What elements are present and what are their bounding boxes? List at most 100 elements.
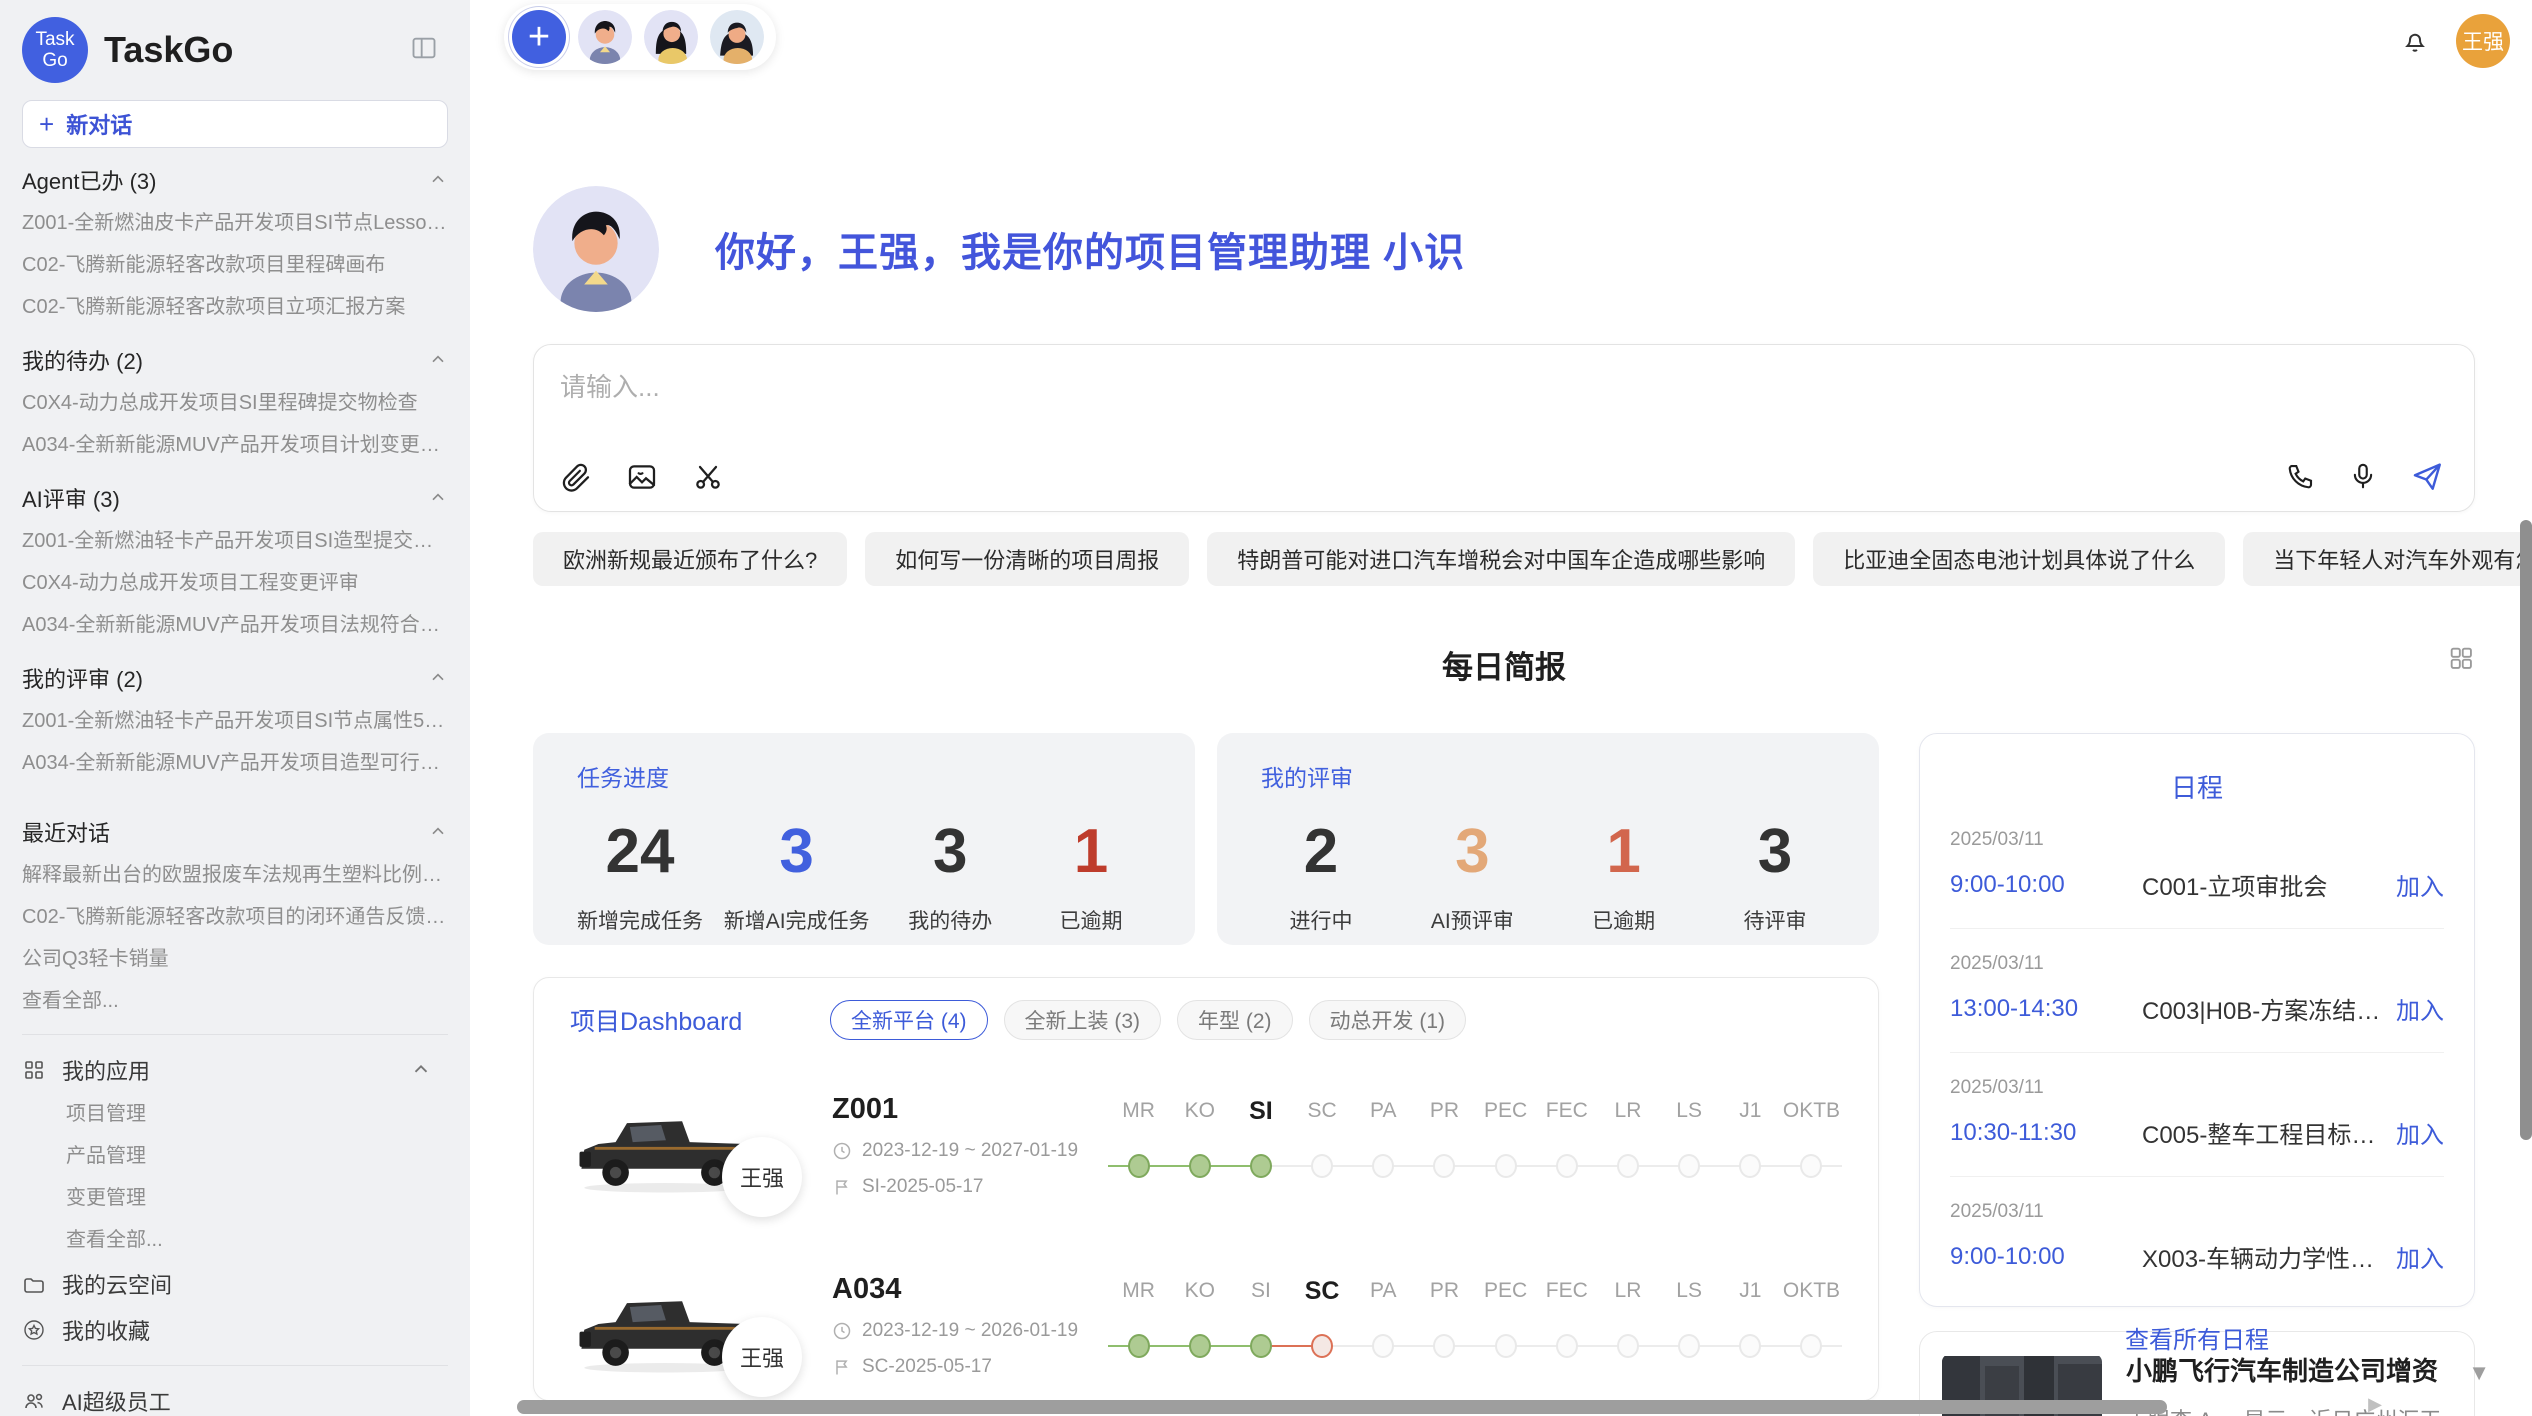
add-agent-button[interactable]: + bbox=[512, 10, 566, 64]
milestone-dot[interactable] bbox=[1128, 1154, 1150, 1178]
sidebar-conversation-item[interactable]: Z001-全新燃油轻卡产品开发项目SI节点属性5D文件评审 bbox=[22, 700, 448, 742]
join-meeting-link[interactable]: 加入 bbox=[2396, 991, 2444, 1026]
sidebar-conversation-item[interactable]: C02-飞腾新能源轻客改款项目里程碑画布 bbox=[22, 244, 448, 286]
sidebar-item-my-apps[interactable]: 我的应用 bbox=[22, 1047, 448, 1093]
milestone-dot[interactable] bbox=[1617, 1154, 1639, 1178]
sidebar-section-header[interactable]: 我的评审 (2) bbox=[22, 656, 448, 700]
suggestion-chip[interactable]: 欧洲新规最近颁布了什么? bbox=[533, 532, 847, 586]
sidebar-conversation-item[interactable]: A034-全新新能源MUV产品开发项目计划变更表编写 bbox=[22, 424, 448, 466]
milestone-dot[interactable] bbox=[1617, 1334, 1639, 1358]
dashboard-filter-chip[interactable]: 全新上装 (3) bbox=[1004, 1000, 1162, 1040]
suggestion-chip[interactable]: 特朗普可能对进口汽车增税会对中国车企造成哪些影响 bbox=[1207, 532, 1795, 586]
milestone-dot[interactable] bbox=[1250, 1334, 1272, 1358]
sidebar-conversation-item[interactable]: C0X4-动力总成开发项目工程变更评审 bbox=[22, 562, 448, 604]
send-icon[interactable] bbox=[2410, 459, 2444, 493]
schedule-event-title: C001-立项审批会 bbox=[2142, 867, 2382, 902]
sidebar-conversation-item[interactable]: C02-飞腾新能源轻客改款项目立项汇报方案 bbox=[22, 286, 448, 328]
sidebar-item-cloud-space[interactable]: 我的云空间 bbox=[22, 1261, 448, 1307]
milestone-dot[interactable] bbox=[1372, 1334, 1394, 1358]
sidebar-section-header[interactable]: 我的待办 (2) bbox=[22, 338, 448, 382]
milestone-dot[interactable] bbox=[1372, 1154, 1394, 1178]
milestone-dot[interactable] bbox=[1189, 1154, 1211, 1178]
milestone-label: SC bbox=[1292, 1093, 1353, 1129]
my-apps-subitem[interactable]: 项目管理 bbox=[22, 1093, 448, 1135]
horizontal-scrollbar-thumb[interactable] bbox=[517, 1400, 2167, 1414]
user-avatar[interactable]: 王强 bbox=[2456, 14, 2510, 68]
project-code: A034 bbox=[832, 1273, 1082, 1306]
milestone-dot[interactable] bbox=[1739, 1154, 1761, 1178]
suggestion-chip[interactable]: 比亚迪全固态电池计划具体说了什么 bbox=[1813, 532, 2225, 586]
vertical-scrollbar-thumb[interactable] bbox=[2520, 520, 2532, 1140]
sidebar-conversation-item[interactable]: Z001-全新燃油轻卡产品开发项目SI造型提交物评审 bbox=[22, 520, 448, 562]
join-meeting-link[interactable]: 加入 bbox=[2396, 1239, 2444, 1274]
sidebar-collapse-icon[interactable] bbox=[408, 34, 440, 67]
milestone-dot[interactable] bbox=[1556, 1334, 1578, 1358]
stat: 24 新增完成任务 bbox=[577, 819, 703, 935]
microphone-icon[interactable] bbox=[2348, 461, 2378, 491]
milestone-dot[interactable] bbox=[1311, 1334, 1333, 1358]
project-row[interactable]: 王强 A034 2023-12-19 ~ 2026-01-19 SC-2025-… bbox=[570, 1250, 1842, 1400]
milestone-dot[interactable] bbox=[1800, 1154, 1822, 1178]
clock-icon bbox=[832, 1141, 852, 1161]
recent-conversation-item[interactable]: C02-飞腾新能源轻客改款项目的闭环通告反馈情况 bbox=[22, 896, 448, 938]
sidebar-conversation-item[interactable]: C0X4-动力总成开发项目SI里程碑提交物检查 bbox=[22, 382, 448, 424]
milestone-dot[interactable] bbox=[1678, 1334, 1700, 1358]
milestone-dot[interactable] bbox=[1739, 1334, 1761, 1358]
milestone-dot[interactable] bbox=[1250, 1154, 1272, 1178]
recent-conversation-item[interactable]: 查看全部... bbox=[22, 980, 448, 1022]
suggestion-chip[interactable]: 如何写一份清晰的项目周报 bbox=[865, 532, 1189, 586]
chat-input[interactable] bbox=[560, 367, 2448, 437]
image-icon[interactable] bbox=[626, 461, 658, 493]
milestone-dot[interactable] bbox=[1128, 1334, 1150, 1358]
sidebar-tool-item[interactable]: AI超级员工 bbox=[22, 1378, 448, 1416]
chevron-up-icon bbox=[428, 488, 448, 508]
sidebar-section-header[interactable]: AI评审 (3) bbox=[22, 476, 448, 520]
agent-avatar-1[interactable] bbox=[578, 10, 632, 64]
sidebar: Task Go TaskGo + 新对话 Agent已办 (3) Z001-全新… bbox=[0, 0, 470, 1416]
agent-switcher: + bbox=[504, 4, 776, 70]
milestone-label: SC bbox=[1292, 1273, 1353, 1309]
dashboard-filter-chip[interactable]: 年型 (2) bbox=[1177, 1000, 1293, 1040]
notification-bell-icon[interactable] bbox=[2400, 26, 2430, 56]
new-chat-button[interactable]: + 新对话 bbox=[22, 100, 448, 148]
attachment-icon[interactable] bbox=[560, 461, 592, 493]
assistant-avatar bbox=[533, 186, 659, 312]
sidebar-conversation-item[interactable]: A034-全新新能源MUV产品开发项目法规符合性评审 bbox=[22, 604, 448, 646]
recent-section-header[interactable]: 最近对话 bbox=[22, 810, 448, 854]
agent-avatar-3[interactable] bbox=[710, 10, 764, 64]
project-date-range: 2023-12-19 ~ 2027-01-19 bbox=[862, 1140, 1078, 1162]
dashboard-filter-chip[interactable]: 全新平台 (4) bbox=[830, 1000, 988, 1040]
sidebar-conversation-item[interactable]: A034-全新新能源MUV产品开发项目造型可行性评审 bbox=[22, 742, 448, 784]
scroll-right-arrow-icon[interactable]: ▶ bbox=[2368, 1394, 2382, 1415]
recent-conversation-item[interactable]: 解释最新出台的欧盟报废车法规再生塑料比例被调至15%... bbox=[22, 854, 448, 896]
sidebar-recent: 最近对话 解释最新出台的欧盟报废车法规再生塑料比例被调至15%...C02-飞腾… bbox=[22, 810, 448, 1022]
milestone-dot[interactable] bbox=[1678, 1154, 1700, 1178]
agent-avatar-2[interactable] bbox=[644, 10, 698, 64]
scissors-icon[interactable] bbox=[692, 461, 724, 493]
my-apps-subitem[interactable]: 变更管理 bbox=[22, 1177, 448, 1219]
suggestion-chip[interactable]: 当下年轻人对汽车外观有怎样的喜好趋势 bbox=[2243, 532, 2532, 586]
dashboard-filter-chip[interactable]: 动总开发 (1) bbox=[1309, 1000, 1467, 1040]
my-apps-subitem[interactable]: 产品管理 bbox=[22, 1135, 448, 1177]
milestone-dot[interactable] bbox=[1556, 1154, 1578, 1178]
milestone-dot[interactable] bbox=[1433, 1334, 1455, 1358]
project-row[interactable]: 王强 Z001 2023-12-19 ~ 2027-01-19 SI-2025-… bbox=[570, 1070, 1842, 1220]
sidebar-tools: AI超级员工 帮我写作 创意制图 bbox=[22, 1378, 448, 1416]
my-apps-subitem[interactable]: 查看全部... bbox=[22, 1219, 448, 1261]
layout-grid-icon[interactable] bbox=[2447, 644, 2475, 677]
join-meeting-link[interactable]: 加入 bbox=[2396, 867, 2444, 902]
milestone-dot[interactable] bbox=[1495, 1154, 1517, 1178]
sidebar-section-header[interactable]: Agent已办 (3) bbox=[22, 158, 448, 202]
join-meeting-link[interactable]: 加入 bbox=[2396, 1115, 2444, 1150]
phone-call-icon[interactable] bbox=[2286, 461, 2316, 491]
divider bbox=[22, 1034, 448, 1035]
milestone-dot[interactable] bbox=[1800, 1334, 1822, 1358]
sidebar-conversation-item[interactable]: Z001-全新燃油皮卡产品开发项目SI节点Lesson Learn报告 bbox=[22, 202, 448, 244]
recent-conversation-item[interactable]: 公司Q3轻卡销量 bbox=[22, 938, 448, 980]
sidebar-item-favorites[interactable]: 我的收藏 bbox=[22, 1307, 448, 1353]
milestone-dot[interactable] bbox=[1189, 1334, 1211, 1358]
scroll-down-indicator-icon[interactable]: ▼ bbox=[2468, 1360, 2490, 1386]
milestone-dot[interactable] bbox=[1311, 1154, 1333, 1178]
milestone-dot[interactable] bbox=[1495, 1334, 1517, 1358]
milestone-dot[interactable] bbox=[1433, 1154, 1455, 1178]
